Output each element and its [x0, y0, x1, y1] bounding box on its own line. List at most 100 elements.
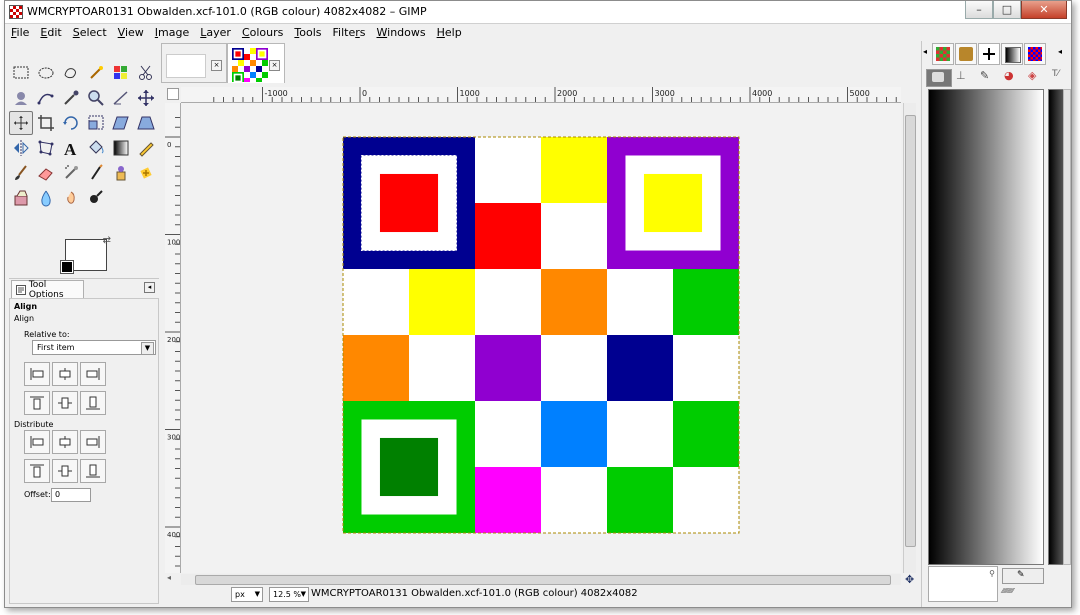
vertical-ruler[interactable]: 0 1​0​0​0 2​0​0​0 3​0​0​0 4​0​0​0 [165, 103, 181, 573]
align-left-edge-button[interactable] [24, 362, 50, 386]
menu-tools[interactable]: Tools [294, 26, 321, 39]
distribute-center-button[interactable] [52, 430, 78, 454]
tool-eraser[interactable] [34, 161, 58, 185]
tool-scissors[interactable] [134, 61, 158, 85]
horizontal-ruler[interactable]: -1000 0 1000 2000 3000 4000 5000 [181, 87, 901, 103]
align-bottom-edge-button[interactable] [80, 391, 106, 415]
menu-image[interactable]: Image [155, 26, 189, 39]
tab-palettes[interactable] [1024, 43, 1046, 65]
gradient-preview-list[interactable] [928, 89, 1044, 565]
text-tool-icon[interactable]: T⁄ [1052, 69, 1059, 79]
tool-heal[interactable] [134, 161, 158, 185]
relative-to-select[interactable]: First item ▼ [32, 340, 156, 355]
dock-scrollbar[interactable] [1063, 89, 1071, 565]
navigate-icon[interactable]: ✥ [905, 573, 917, 586]
minimize-button[interactable]: – [965, 1, 993, 19]
align-center-button[interactable] [52, 362, 78, 386]
tool-foreground-select[interactable] [9, 86, 33, 110]
close-button[interactable]: ✕ [1021, 1, 1067, 19]
colour-wheel-icon[interactable]: ◕ [1004, 69, 1014, 82]
tab-gradients[interactable] [1001, 43, 1023, 65]
tool-clone[interactable] [109, 161, 133, 185]
palette-icon[interactable]: ◈ [1028, 69, 1036, 82]
image-canvas[interactable] [181, 103, 901, 573]
tool-smudge[interactable] [59, 186, 83, 210]
link-icon[interactable]: ⚲ [989, 569, 995, 578]
swap-colors-icon[interactable]: ⇄ [103, 235, 111, 246]
image-tab-blank[interactable]: × [161, 43, 227, 83]
distribute-bottom-button[interactable] [80, 459, 106, 483]
menu-edit[interactable]: Edit [40, 26, 61, 39]
align-top-edge-button[interactable] [24, 391, 50, 415]
horizontal-scrollbar[interactable] [181, 574, 901, 585]
unit-select[interactable]: px ▼ [231, 587, 263, 602]
tool-measure[interactable] [109, 86, 133, 110]
tool-color-picker[interactable] [59, 86, 83, 110]
tool-perspective-clone[interactable] [9, 186, 33, 210]
gradient-preview-side[interactable] [1048, 89, 1064, 565]
vertical-scrollbar[interactable] [903, 103, 916, 573]
vertical-scroll-thumb[interactable] [905, 115, 916, 547]
tool-align[interactable] [9, 111, 33, 135]
tool-blend[interactable] [109, 136, 133, 160]
dock-menu-icon[interactable]: ◂ [1058, 47, 1062, 56]
align-right-edge-button[interactable] [80, 362, 106, 386]
close-icon[interactable]: × [211, 60, 222, 71]
tab-tool-options[interactable]: Tool Options [11, 280, 84, 300]
menu-windows[interactable]: Windows [377, 26, 426, 39]
menu-file[interactable]: File [11, 26, 29, 39]
fg-bg-color-selector[interactable]: ⇄ [60, 235, 111, 275]
menu-view[interactable]: View [118, 26, 144, 39]
distribute-left-button[interactable] [24, 430, 50, 454]
tool-select-by-color[interactable] [109, 61, 133, 85]
tool-airbrush[interactable] [59, 161, 83, 185]
tool-scale[interactable] [84, 111, 108, 135]
tool-paths[interactable] [34, 86, 58, 110]
tool-text[interactable]: A [59, 136, 83, 160]
tool-crop[interactable] [34, 111, 58, 135]
tab-tool-presets[interactable] [926, 69, 952, 87]
maximize-button[interactable]: □ [993, 1, 1021, 19]
horizontal-scroll-thumb[interactable] [195, 575, 891, 585]
tool-paintbrush[interactable] [9, 161, 33, 185]
align-middle-button[interactable] [52, 391, 78, 415]
distribute-top-button[interactable] [24, 459, 50, 483]
tool-free-select[interactable] [59, 61, 83, 85]
tool-zoom[interactable] [84, 86, 108, 110]
tool-ink[interactable] [84, 161, 108, 185]
panel-menu-icon[interactable]: ◂ [144, 282, 155, 293]
menu-help[interactable]: Help [437, 26, 462, 39]
zoom-toggle-icon[interactable]: ◂ [167, 573, 179, 585]
title-bar[interactable]: WMCRYPTOAR0131 Obwalden.xcf-101.0 (RGB c… [5, 1, 1071, 24]
menu-layer[interactable]: Layer [200, 26, 231, 39]
tool-flip[interactable] [9, 136, 33, 160]
menu-filters[interactable]: Filters [333, 26, 366, 39]
close-icon[interactable]: × [269, 60, 280, 71]
tool-move[interactable] [134, 86, 158, 110]
tab-patterns[interactable] [932, 43, 954, 65]
tool-bucket-fill[interactable] [84, 136, 108, 160]
distribute-right-button[interactable] [80, 430, 106, 454]
distribute-middle-button[interactable] [52, 459, 78, 483]
tool-fuzzy-select[interactable] [84, 61, 108, 85]
paintbrush-icon[interactable]: ✎ [980, 69, 989, 82]
stamp-icon[interactable]: ⊥ [956, 69, 966, 82]
tool-blur[interactable] [34, 186, 58, 210]
chevron-down-icon[interactable]: ▼ [141, 342, 154, 355]
zoom-select[interactable]: 12.5 % ▼ [269, 587, 309, 602]
tool-cage[interactable] [34, 136, 58, 160]
tool-dodge-burn[interactable] [84, 186, 108, 210]
menu-select[interactable]: Select [73, 26, 107, 39]
tool-shear[interactable] [109, 111, 133, 135]
tool-pencil[interactable] [134, 136, 158, 160]
tab-gradients-active[interactable] [978, 43, 1000, 65]
dock-collapse-icon[interactable]: ◂ [923, 47, 927, 56]
foreground-color-swatch[interactable] [60, 260, 74, 274]
image-tab-active[interactable]: × [227, 43, 285, 83]
tool-rotate[interactable] [59, 111, 83, 135]
tool-ellipse-select[interactable] [34, 61, 58, 85]
menu-colours[interactable]: Colours [242, 26, 283, 39]
quick-mask-toggle[interactable] [167, 88, 179, 100]
edit-button[interactable]: ✎ [1002, 568, 1044, 584]
tool-perspective[interactable] [134, 111, 158, 135]
